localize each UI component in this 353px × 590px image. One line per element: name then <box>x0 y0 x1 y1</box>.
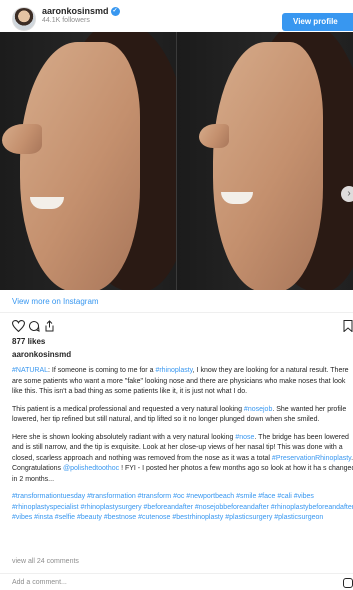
photo-divider <box>176 32 177 290</box>
hashtag-link[interactable]: #transformationtuesday #transformation #… <box>12 493 353 521</box>
add-comment-field[interactable]: Add a comment... <box>12 579 67 586</box>
hashtag-link[interactable]: #PreservationRhinoplasty <box>272 455 351 462</box>
comment-icon[interactable] <box>28 320 40 332</box>
divider <box>0 312 353 313</box>
heart-icon[interactable] <box>12 320 25 332</box>
instagram-icon[interactable] <box>343 578 353 588</box>
view-comments-link[interactable]: view all 24 comments <box>12 558 79 565</box>
chevron-right-icon[interactable]: › <box>341 186 353 202</box>
hashtag-link[interactable]: #NATURAL <box>12 367 48 374</box>
bookmark-icon[interactable] <box>343 320 353 332</box>
divider <box>0 573 353 574</box>
caption: #NATURAL: If someone is coming to me for… <box>12 366 353 531</box>
like-count[interactable]: 877 likes <box>12 337 45 346</box>
view-profile-button[interactable]: View profile <box>282 13 353 31</box>
share-icon[interactable] <box>44 320 55 332</box>
caption-paragraph: Here she is shown looking absolutely rad… <box>12 433 353 486</box>
username[interactable]: aaronkosinsmd <box>42 6 109 16</box>
before-photo <box>0 32 176 290</box>
caption-text: : If someone is coming to me for a <box>48 367 156 374</box>
follower-count: 44.1K followers <box>42 17 90 24</box>
instagram-embed-card: aaronkosinsmd ✓ 44.1K followers View prof… <box>0 0 353 590</box>
hashtag-link[interactable]: #rhinoplasty <box>155 367 192 374</box>
after-photo <box>177 32 353 290</box>
hashtag-link[interactable]: #nose <box>235 434 254 441</box>
view-more-link[interactable]: View more on Instagram <box>12 297 99 306</box>
hashtag-link[interactable]: @polishedtoothoc <box>63 465 119 472</box>
caption-author[interactable]: aaronkosinsmd <box>12 350 71 359</box>
caption-paragraph: This patient is a medical professional a… <box>12 405 353 426</box>
caption-text: Here she is shown looking absolutely rad… <box>12 433 236 441</box>
avatar[interactable] <box>12 7 36 31</box>
caption-paragraph: #NATURAL: If someone is coming to me for… <box>12 366 353 398</box>
hashtag-link[interactable]: #nosejob <box>244 406 272 413</box>
verified-badge-icon: ✓ <box>110 7 120 17</box>
post-image[interactable]: › <box>0 32 353 290</box>
caption-text: This patient is a medical professional a… <box>12 405 244 413</box>
caption-hashtags: #transformationtuesday #transformation #… <box>12 492 353 524</box>
username-row[interactable]: aaronkosinsmd ✓ <box>42 6 120 17</box>
